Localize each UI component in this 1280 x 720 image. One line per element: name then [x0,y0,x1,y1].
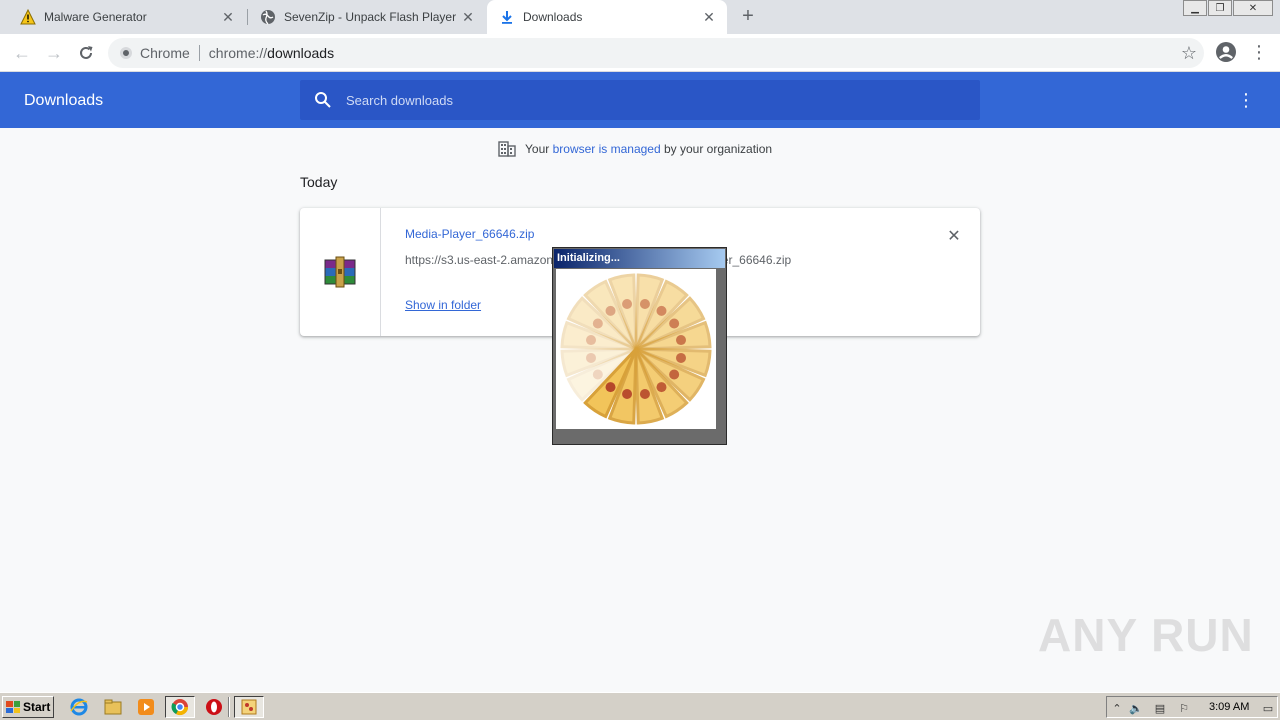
windows-logo-icon [6,701,20,713]
tab-sevenzip[interactable]: SevenZip - Unpack Flash Player ✕ [248,0,486,34]
building-icon [498,141,516,157]
show-in-folder-link[interactable]: Show in folder [405,298,481,312]
globe-icon [260,9,276,25]
downloads-menu-icon[interactable]: ⋮ [1236,90,1256,110]
restore-icon[interactable]: ❐ [1208,0,1232,16]
anyrun-watermark: ANY RUN [1038,609,1254,661]
search-input[interactable] [346,92,946,108]
downloads-header: Downloads ⋮ [0,72,1280,128]
pepperoni [622,299,633,310]
pepperoni [639,299,650,310]
omnibox-divider [198,45,200,61]
back-icon[interactable]: ← [10,41,34,65]
system-tray: ⌃ 🔈 ▤ ⚐ 3:09 AM ▭ [1106,696,1278,718]
bookmark-star-icon[interactable]: ☆ [1174,38,1204,68]
warning-icon [20,9,36,25]
media-player-icon[interactable] [137,698,155,716]
file-icon-column [300,208,381,336]
url-scheme: chrome:// [208,45,268,61]
tab-title: Downloads [523,10,583,24]
tab-malware-generator[interactable]: Malware Generator ✕ [8,0,246,34]
date-section-label: Today [300,174,338,190]
file-name-link[interactable]: Media-Player_66646.zip [405,227,534,241]
winrar-archive-icon [324,256,356,288]
pepperoni [656,305,667,316]
tab-downloads[interactable]: Downloads ✕ [487,0,727,34]
minimize-icon[interactable]: ▁ [1183,0,1207,16]
opera-icon[interactable] [205,698,223,716]
search-icon [315,92,331,108]
dialog-body [556,269,716,429]
pizza-app-taskbar-icon[interactable] [234,696,264,718]
volume-icon[interactable]: 🔈 [1129,701,1143,715]
forward-icon[interactable]: → [42,41,66,65]
site-label: Chrome [140,45,190,61]
managed-link[interactable]: browser is managed [553,142,661,156]
pepperoni [669,318,680,329]
pepperoni [639,388,650,399]
reload-icon[interactable] [74,41,98,65]
remove-download-icon[interactable]: ✕ [944,226,964,246]
internet-explorer-icon[interactable] [70,698,88,716]
chrome-taskbar-icon[interactable] [165,696,195,718]
address-bar[interactable]: Chrome chrome://downloads ☆ [108,38,1204,68]
network-icon[interactable]: ▤ [1153,701,1167,715]
pepperoni [592,369,603,380]
tab-close-icon[interactable]: ✕ [220,9,236,25]
tab-close-icon[interactable]: ✕ [460,9,476,25]
start-label: Start [23,700,51,714]
url-host: downloads [267,45,335,61]
browser-toolbar: ← → Chrome chrome://downloads ☆ [0,34,1280,72]
pepperoni [592,318,603,329]
pepperoni [605,382,616,393]
show-desktop-icon[interactable]: ▭ [1261,701,1275,715]
taskbar-separator [228,697,230,717]
taskbar: Start ⌃ 🔈 ▤ ⚐ 3:09 AM ▭ [0,692,1280,720]
start-button[interactable]: Start [2,696,54,718]
tab-title: SevenZip - Unpack Flash Player [284,10,457,24]
initializing-dialog[interactable]: Initializing... [552,247,727,445]
browser-menu-icon[interactable]: ⋮ [1250,42,1268,62]
tab-title: Malware Generator [44,10,147,24]
tab-strip: Malware Generator ✕ SevenZip - Unpack Fl… [0,0,1280,34]
pepperoni [622,388,633,399]
pepperoni [656,382,667,393]
folder-icon[interactable] [104,698,122,716]
action-center-flag-icon[interactable]: ⚐ [1177,701,1191,715]
pepperoni [586,352,597,363]
profile-avatar-icon[interactable] [1215,41,1237,63]
url-text: chrome://downloads [209,45,334,61]
pepperoni [675,335,686,346]
managed-notice: Your browser is managed by your organiza… [498,141,772,157]
pepperoni [669,369,680,380]
new-tab-icon[interactable]: + [738,5,758,27]
dialog-title: Initializing... [554,249,725,268]
pepperoni [675,352,686,363]
clock: 3:09 AM [1209,701,1250,713]
managed-suffix: by your organization [664,142,773,156]
chrome-icon [120,47,132,59]
download-icon [499,9,515,25]
pizza-spinner-icon [560,273,712,425]
close-window-icon[interactable]: ✕ [1233,0,1273,16]
page-title: Downloads [24,92,104,109]
search-box[interactable] [300,80,980,120]
managed-prefix: Your [525,142,550,156]
pepperoni [586,335,597,346]
pepperoni [605,305,616,316]
show-hidden-icons-icon[interactable]: ⌃ [1110,701,1124,715]
tab-close-icon[interactable]: ✕ [701,9,717,25]
